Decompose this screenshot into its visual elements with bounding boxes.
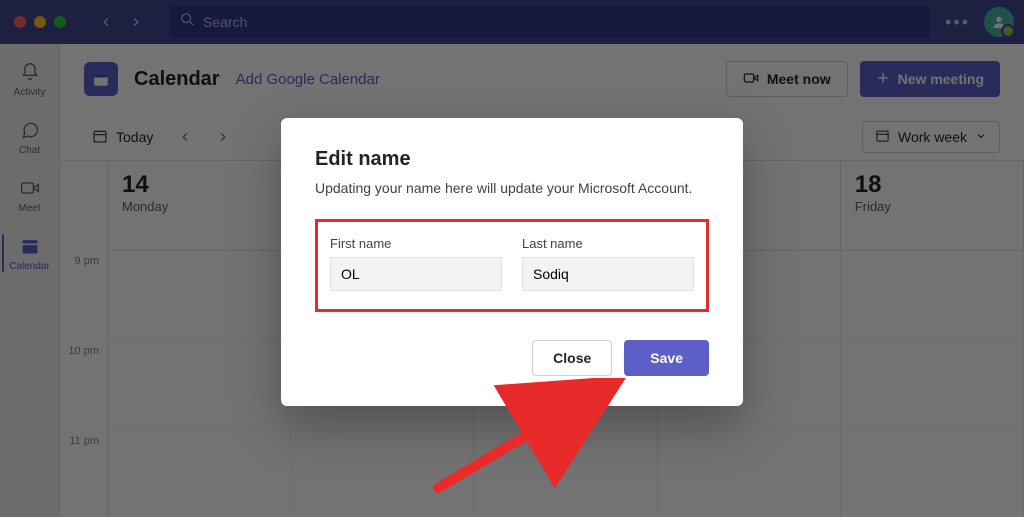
modal-overlay: Edit name Updating your name here will u… bbox=[0, 0, 1024, 517]
close-button[interactable]: Close bbox=[532, 340, 612, 376]
first-name-label: First name bbox=[330, 236, 502, 251]
modal-subtitle: Updating your name here will update your… bbox=[315, 179, 709, 199]
modal-title: Edit name bbox=[315, 148, 709, 171]
save-button[interactable]: Save bbox=[624, 340, 709, 376]
last-name-input[interactable] bbox=[522, 257, 694, 291]
name-fields-highlight: First name Last name bbox=[315, 219, 709, 312]
edit-name-modal: Edit name Updating your name here will u… bbox=[281, 118, 743, 406]
first-name-input[interactable] bbox=[330, 257, 502, 291]
last-name-label: Last name bbox=[522, 236, 694, 251]
